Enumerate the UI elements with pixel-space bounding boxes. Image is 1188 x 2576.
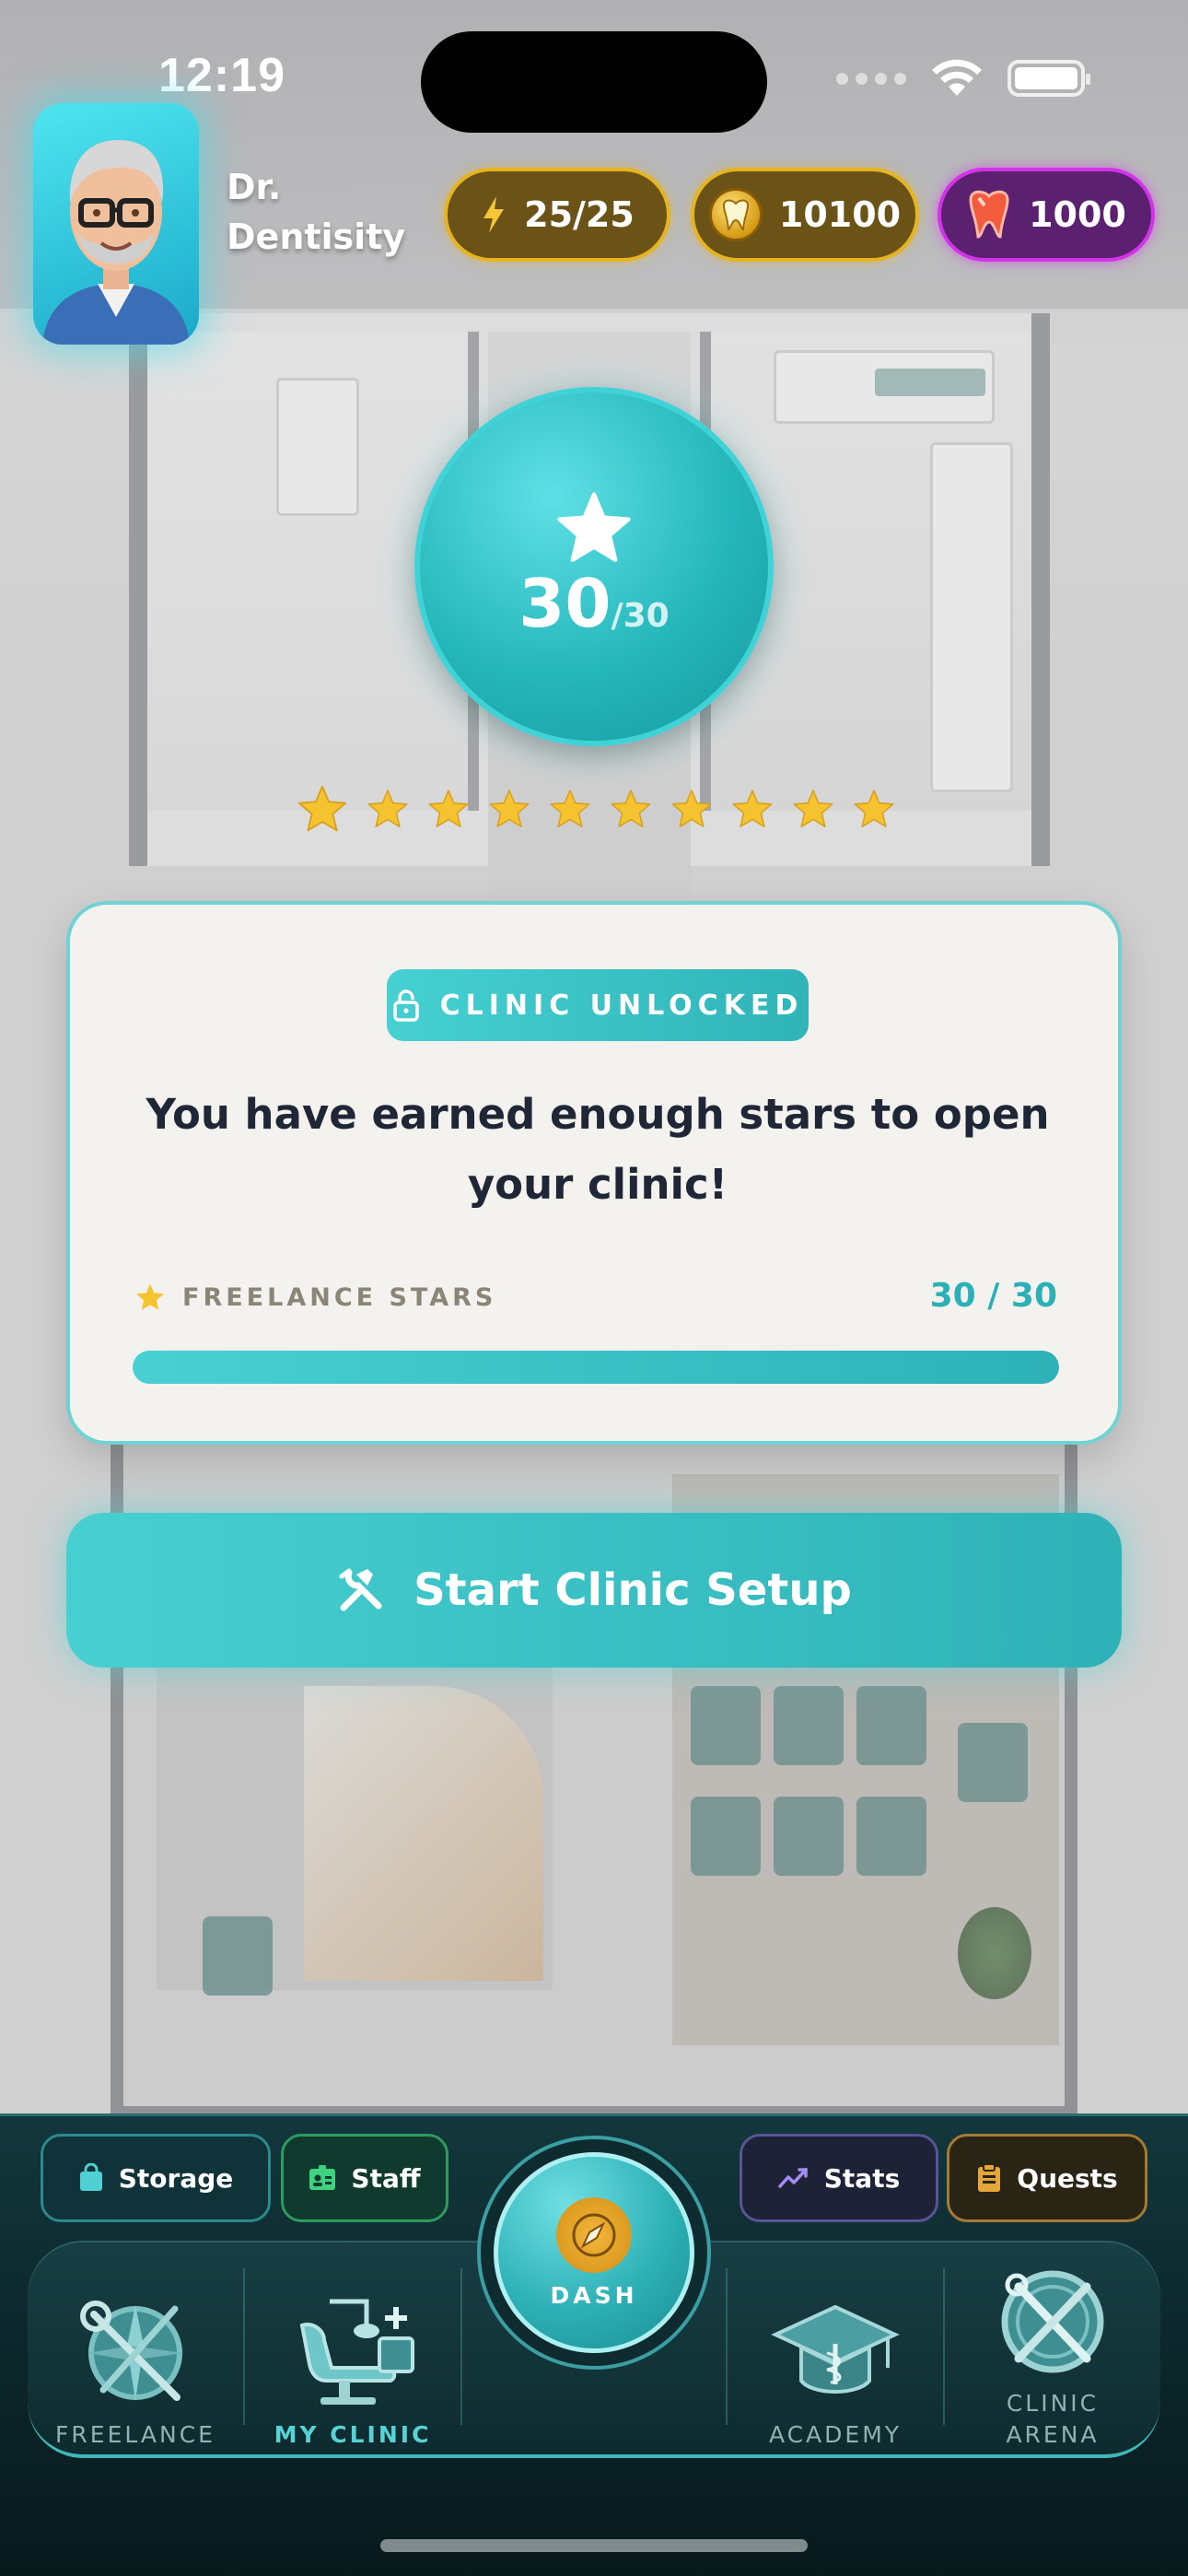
- staff-button[interactable]: Staff: [281, 2134, 448, 2222]
- nav-divider: [726, 2268, 728, 2425]
- doctor-portrait: [42, 140, 190, 345]
- gems-counter[interactable]: 1000: [938, 168, 1155, 262]
- home-indicator[interactable]: [380, 2539, 808, 2552]
- clinic-unlocked-card: CLINIC UNLOCKED You have earned enough s…: [66, 901, 1122, 1445]
- nav-freelance[interactable]: FREELANCE: [39, 2266, 232, 2451]
- quests-label: Quests: [1017, 2162, 1118, 2194]
- player-avatar[interactable]: [33, 103, 199, 345]
- energy-value: 25/25: [524, 194, 635, 235]
- freelance-stars-text: FREELANCE STARS: [182, 1282, 497, 1312]
- dash-button[interactable]: DASH: [494, 2152, 694, 2353]
- energy-counter[interactable]: 25/25: [444, 168, 670, 262]
- compass-tools-icon: [80, 2301, 183, 2401]
- nav-clinic-arena-label-2: ARENA: [1006, 2421, 1100, 2448]
- progress-bar-fill: [133, 1351, 1059, 1384]
- signal-icon: [836, 72, 906, 85]
- crystal-tooth-icon: [969, 190, 1009, 239]
- tools-icon: [339, 1568, 382, 1611]
- tooth-coin-icon: [708, 188, 763, 241]
- trend-chart-icon: [778, 2168, 808, 2188]
- quests-button[interactable]: Quests: [947, 2134, 1147, 2222]
- earned-star-icon: [731, 788, 774, 834]
- earned-star-icon: [610, 788, 652, 834]
- battery-icon: [1007, 60, 1090, 97]
- star-icon: [135, 1283, 165, 1310]
- player-name: Dr. Dentisity: [227, 167, 406, 257]
- freelance-stars-label: FREELANCE STARS: [134, 1282, 496, 1312]
- nav-my-clinic-label: MY CLINIC: [274, 2421, 432, 2448]
- nav-academy-label: ACADEMY: [768, 2421, 903, 2448]
- earned-star-icon: [367, 788, 409, 834]
- unlock-message: You have earned enough stars to open you…: [146, 1090, 1050, 1209]
- compass-icon: [556, 2196, 632, 2273]
- earned-star-icon: [792, 788, 834, 834]
- clinic-unlocked-badge: CLINIC UNLOCKED: [387, 969, 809, 1041]
- nav-clinic-arena[interactable]: CLINIC ARENA: [956, 2266, 1149, 2451]
- earned-star-icon: [670, 788, 713, 834]
- gems-value: 1000: [1029, 194, 1126, 235]
- dynamic-island: [421, 31, 767, 133]
- stars-progress-orb: 30/30: [414, 387, 774, 746]
- graduation-cap-icon: [771, 2304, 900, 2394]
- status-indicators: [836, 59, 1090, 98]
- nav-academy[interactable]: ACADEMY: [739, 2266, 932, 2451]
- coins-value: 10100: [778, 194, 902, 235]
- nav-clinic-arena-label-1: CLINIC: [1006, 2390, 1100, 2417]
- wifi-icon: [932, 59, 982, 96]
- status-time: 12:19: [158, 49, 285, 102]
- badge-label: CLINIC UNLOCKED: [439, 989, 804, 1022]
- nav-divider: [943, 2268, 945, 2425]
- lightning-icon: [483, 196, 505, 233]
- earned-star-icon: [488, 788, 530, 834]
- dash-label: DASH: [550, 2281, 638, 2309]
- stars-current: 30: [518, 565, 611, 642]
- dental-chair-icon: [299, 2299, 414, 2405]
- cta-label: Start Clinic Setup: [413, 1564, 852, 1616]
- freelance-stars-value: 30 / 30: [929, 1277, 1057, 1315]
- earned-star-icon: [853, 788, 895, 834]
- earned-star-icon: [297, 783, 348, 838]
- nav-divider: [243, 2268, 245, 2425]
- coins-counter[interactable]: 10100: [691, 168, 919, 262]
- storage-label: Storage: [118, 2162, 234, 2194]
- shield-swords-icon: [1001, 2270, 1104, 2373]
- id-badge-icon: [309, 2165, 336, 2190]
- star-icon: [557, 492, 631, 562]
- freelance-stars-progress-bar: [133, 1351, 1059, 1384]
- nav-my-clinic[interactable]: MY CLINIC: [256, 2266, 449, 2451]
- earned-star-icon: [427, 788, 470, 834]
- stats-label: Stats: [823, 2162, 901, 2194]
- nav-divider: [460, 2268, 462, 2425]
- bag-icon: [79, 2163, 102, 2191]
- earned-star-icon: [549, 788, 591, 834]
- clipboard-icon: [978, 2163, 1001, 2192]
- stats-button[interactable]: Stats: [740, 2134, 938, 2222]
- nav-freelance-label: FREELANCE: [55, 2421, 215, 2448]
- unlock-icon: [392, 989, 419, 1022]
- storage-button[interactable]: Storage: [41, 2134, 271, 2222]
- staff-label: Staff: [351, 2162, 421, 2194]
- stars-total: /30: [611, 597, 670, 635]
- start-clinic-setup-button[interactable]: Start Clinic Setup: [66, 1513, 1122, 1668]
- stars-row: [297, 783, 895, 838]
